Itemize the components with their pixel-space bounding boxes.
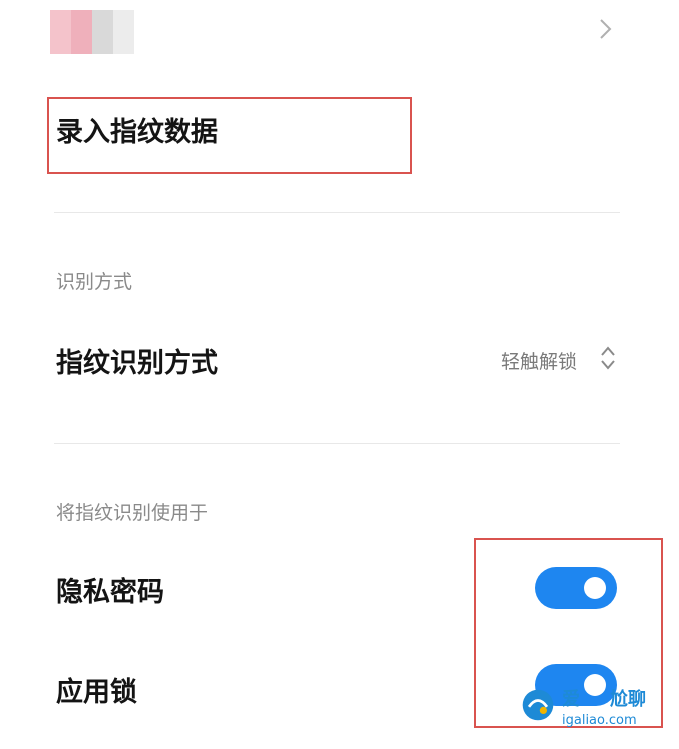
highlight-box-enroll	[47, 97, 412, 174]
fingerprint-method-row[interactable]: 指纹识别方式 轻触解锁	[0, 330, 679, 390]
section-title-recognition: 识别方式	[56, 271, 133, 293]
watermark-name: 尬聊	[610, 689, 646, 710]
watermark-logo-icon	[522, 689, 554, 721]
blur-pixel	[113, 10, 134, 54]
watermark: 爱 尬聊 igaliao.com	[520, 683, 670, 743]
chevron-right-icon[interactable]	[595, 14, 617, 44]
fingerprint-method-label: 指纹识别方式	[56, 348, 218, 379]
blur-pixel	[92, 10, 113, 54]
blurred-list-item[interactable]	[50, 10, 134, 54]
blur-pixel	[50, 10, 71, 54]
app-lock-label: 应用锁	[56, 677, 137, 708]
watermark-url: igaliao.com	[562, 713, 637, 728]
fingerprint-method-value: 轻触解锁	[501, 351, 578, 373]
privacy-password-label: 隐私密码	[56, 577, 164, 608]
divider	[54, 443, 620, 444]
section-title-usage: 将指纹识别使用于	[56, 502, 209, 524]
up-down-chevron-icon	[601, 346, 615, 370]
divider	[54, 212, 620, 213]
watermark-logo-text: 爱	[562, 689, 580, 710]
blur-pixel	[71, 10, 92, 54]
